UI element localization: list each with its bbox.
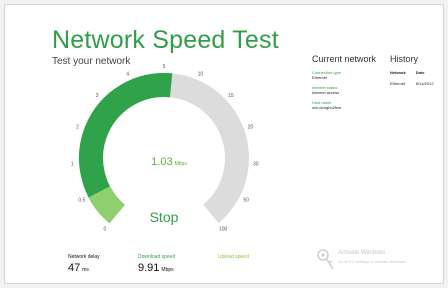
history-table: Network Date Ethernet 8/14/2012 — [390, 70, 440, 86]
gauge-tick-label: 100 — [219, 227, 228, 233]
gauge-tick-label: 0 — [104, 227, 107, 233]
gauge-tick-label: 4 — [126, 72, 129, 78]
history-row[interactable]: Ethernet 8/14/2012 — [390, 81, 440, 86]
network-delay-unit: ms — [82, 267, 89, 273]
gauge-tick-label: 3 — [96, 93, 99, 99]
network-delay-number: 47 — [68, 262, 81, 274]
connection-type-value: Ethernet — [312, 75, 328, 80]
history-panel: Network Date Ethernet 8/14/2012 — [390, 70, 440, 86]
current-speed-value: 1.03 — [151, 156, 173, 168]
gauge-tick-label: 50 — [243, 197, 249, 203]
stop-button[interactable]: Stop — [138, 206, 190, 228]
current-network-heading: Current network — [312, 54, 377, 64]
gauge-tick-label: 2 — [76, 125, 79, 131]
gauge-upload-progress — [88, 185, 126, 224]
watermark-subtitle: Go to PC settings to activate Windows — [338, 259, 407, 264]
current-speed-readout: 1.03 Mbps — [139, 152, 199, 170]
history-heading: History — [390, 54, 419, 64]
download-speed-metric: Download speed 9.91 Mbps — [138, 254, 175, 274]
network-delay-metric: Network delay 47 ms — [68, 254, 100, 274]
gauge-tick-label: 30 — [253, 161, 259, 167]
key-icon — [317, 249, 334, 270]
internet-status-value: Internet access — [312, 90, 340, 95]
gauge-tick-label: 0.5 — [78, 197, 85, 203]
current-network-panel: Connection type Ethernet Internet status… — [312, 70, 341, 115]
watermark-title: Activate Windows — [338, 250, 386, 256]
history-column-network: Network — [390, 70, 406, 75]
speed-gauge: 0 0.5 1 2 3 4 5 10 15 20 30 50 100 — [71, 64, 259, 233]
gauge-tick-label: 20 — [248, 125, 254, 131]
history-column-date: Date — [415, 70, 425, 75]
gauge-tick-label: 1 — [71, 161, 74, 167]
download-speed-value: 9.91 Mbps — [138, 262, 175, 274]
activate-windows-watermark: Activate Windows Go to PC settings to ac… — [316, 248, 446, 276]
upload-speed-label: Upload speed — [218, 254, 249, 260]
upload-speed-metric: Upload speed — [218, 254, 249, 260]
host-name-value: win-ctorghu2few — [312, 105, 342, 110]
download-speed-number: 9.91 — [138, 262, 160, 274]
history-row-date: 8/14/2012 — [415, 81, 434, 86]
current-speed-unit: Mbps — [174, 161, 187, 167]
network-delay-value: 47 ms — [68, 262, 100, 274]
history-row-network: Ethernet — [390, 81, 406, 86]
download-speed-unit: Mbps — [161, 267, 174, 273]
history-header-row: Network Date — [390, 70, 440, 81]
gauge-tick-label: 15 — [228, 93, 234, 99]
gauge-tick-label: 5 — [163, 64, 166, 70]
download-speed-label: Download speed — [138, 254, 176, 260]
gauge-tick-label: 10 — [198, 72, 204, 78]
network-delay-label: Network delay — [68, 254, 100, 260]
